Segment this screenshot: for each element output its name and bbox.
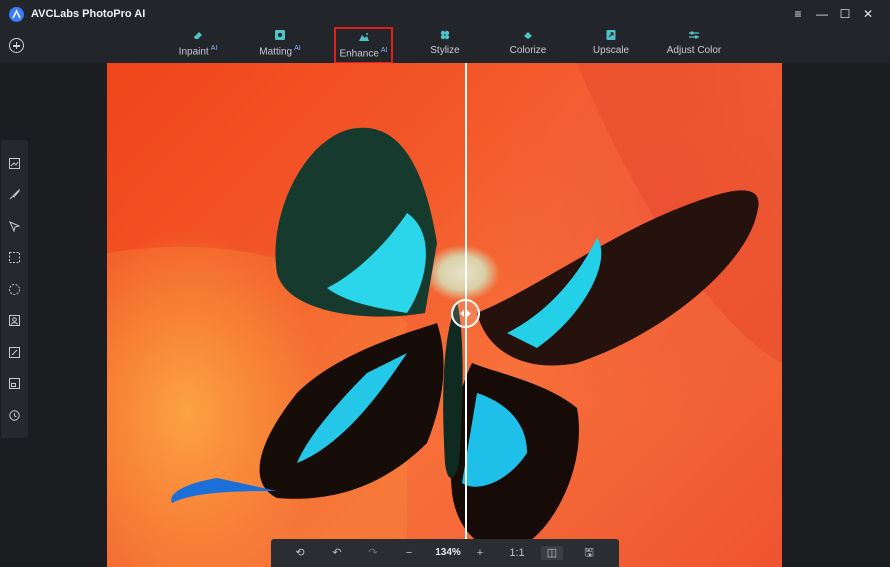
enhance-icon — [358, 33, 369, 41]
left-tool-sidebar — [1, 140, 28, 438]
app-logo-icon — [9, 7, 24, 22]
close-button[interactable]: ✕ — [860, 6, 876, 22]
ai-badge: AI — [380, 47, 388, 54]
tab-enhance[interactable]: Enhance AI — [334, 27, 393, 64]
compare-view-button[interactable]: ◫ — [541, 546, 563, 560]
brush-icon[interactable] — [9, 189, 20, 200]
colorize-icon — [524, 32, 532, 39]
upscale-icon — [606, 30, 616, 40]
zoom-out-button[interactable]: − — [401, 546, 417, 560]
rect-select-icon[interactable] — [9, 252, 20, 263]
menu-button[interactable]: ≡ — [790, 6, 806, 22]
tab-adjust-color[interactable]: Adjust Color — [664, 30, 724, 60]
undo-button[interactable]: ↶ — [329, 546, 345, 560]
save-button[interactable]: 🖫 — [580, 546, 598, 560]
tab-enhance-label: Enhance — [339, 48, 379, 60]
image-adjust-icon[interactable] — [9, 158, 20, 169]
portrait-icon[interactable] — [9, 315, 20, 326]
app-title: AVCLabs PhotoPro AI — [31, 8, 146, 20]
tab-inpaint[interactable]: Inpaint AI — [174, 30, 222, 60]
layers-icon[interactable] — [9, 378, 20, 389]
history-icon[interactable] — [9, 410, 20, 421]
compare-handle[interactable] — [451, 299, 480, 328]
eraser-icon — [194, 32, 202, 39]
sliders-icon — [689, 31, 699, 39]
minimize-button[interactable]: — — [814, 6, 830, 22]
stylize-icon — [440, 30, 450, 40]
add-image-button[interactable] — [9, 38, 24, 53]
butterfly-image — [107, 63, 782, 567]
matting-icon — [275, 30, 285, 40]
drag-arrows-icon — [460, 310, 471, 317]
tab-stylize-label: Stylize — [430, 45, 460, 56]
tab-upscale-label: Upscale — [592, 45, 630, 56]
actual-size-button[interactable]: 1:1 — [505, 546, 529, 560]
title-bar: AVCLabs PhotoPro AI ≡ — ☐ ✕ — [0, 0, 890, 28]
edit-image-icon[interactable] — [9, 347, 20, 358]
redo-button[interactable]: ↷ — [365, 546, 381, 560]
bottom-control-bar: ⟲ ↶ ↷ − 134% + 1:1 ◫ 🖫 — [271, 539, 619, 567]
tab-colorize[interactable]: Colorize — [508, 30, 548, 60]
reset-view-button[interactable]: ⟲ — [292, 546, 308, 560]
tab-adjust-color-label: Adjust Color — [666, 45, 722, 56]
tab-stylize[interactable]: Stylize — [428, 30, 462, 60]
tab-colorize-label: Colorize — [509, 45, 547, 56]
image-canvas[interactable] — [107, 63, 782, 567]
lasso-select-icon[interactable] — [9, 284, 20, 295]
tab-matting[interactable]: Matting AI — [255, 30, 305, 60]
tab-matting-label: Matting — [259, 46, 293, 58]
tab-inpaint-label: Inpaint — [178, 46, 209, 58]
select-arrow-icon[interactable] — [9, 221, 20, 232]
zoom-in-button[interactable]: + — [472, 546, 488, 560]
zoom-level: 134% — [435, 547, 461, 558]
tab-upscale[interactable]: Upscale — [590, 30, 632, 60]
ai-badge: AI — [210, 45, 218, 52]
ai-badge: AI — [294, 45, 301, 52]
maximize-button[interactable]: ☐ — [837, 6, 853, 22]
